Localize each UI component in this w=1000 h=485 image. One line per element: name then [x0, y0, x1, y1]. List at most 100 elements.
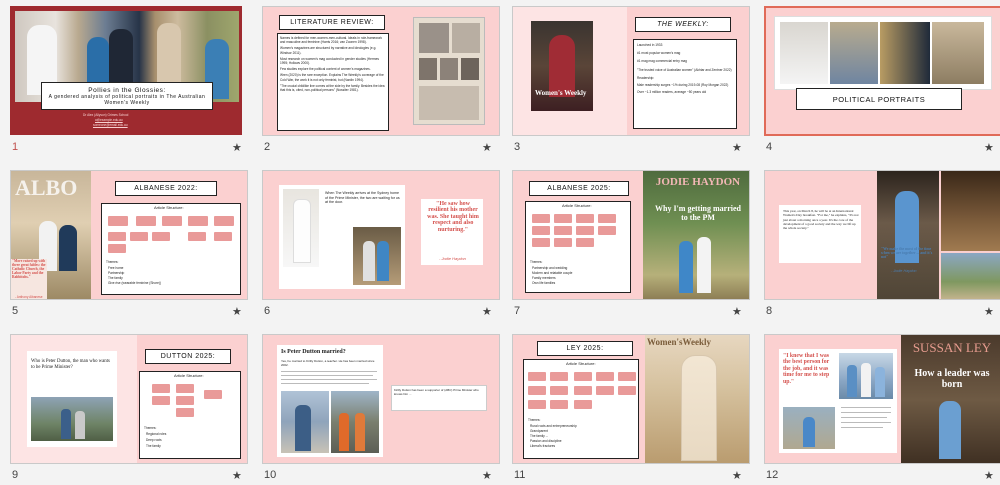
- slide-thumbnail-5[interactable]: ALBO "More raised up with three great fa…: [10, 170, 248, 300]
- slide-10-side-text: Kirilly Dutton has been a supporter of (…: [394, 388, 479, 396]
- slide-12-text-line: [841, 407, 891, 408]
- slide-8-star-icon[interactable]: ★: [984, 305, 994, 318]
- slide-9-chip: [176, 384, 194, 393]
- slide-9-theme-2: Deep roots: [146, 438, 162, 442]
- slide-9-chip: [152, 384, 170, 393]
- slide-4-photo-3: [880, 22, 930, 84]
- slide-11-chip: [550, 372, 568, 381]
- slide-6-quote-by: - Jodie Haydon: [439, 256, 466, 261]
- slide-8-photo-1: [877, 171, 939, 299]
- slide-number-9: 9: [12, 469, 19, 481]
- slide-9-theme-3: The family: [146, 444, 161, 448]
- slide-7-heading: ALBANESE 2025:: [529, 181, 629, 196]
- slide-3-star-icon[interactable]: ★: [732, 141, 742, 154]
- slide-7-chip: [532, 226, 550, 235]
- slide-thumbnail-11[interactable]: LEY 2025: Article Structure: Themes: Rur…: [512, 334, 750, 464]
- slide-thumbnail-7[interactable]: ALBANESE 2025: Article Structure: Themes…: [512, 170, 750, 300]
- slide-10-text-line: [281, 375, 373, 376]
- slide-number-6: 6: [264, 305, 271, 317]
- slide-3-cover-person: [549, 35, 575, 97]
- slide-5-theme-4: Give rise (wearable feminine (Shore)): [108, 281, 161, 285]
- slide-12-person: [861, 363, 871, 397]
- slide-12-quote: "I knew that I was the best person for t…: [783, 353, 830, 385]
- slide-8-text: This year, on March 8, he will be at an …: [783, 209, 859, 231]
- slide-1-star-icon[interactable]: ★: [232, 141, 242, 154]
- slide-3-item-6: Male readership surges ~1% during 2019-0…: [637, 83, 729, 88]
- slide-thumbnail-3[interactable]: Women's Weekly THE WEEKLY: Launched in 1…: [512, 6, 750, 136]
- slide-4-star-icon[interactable]: ★: [984, 141, 994, 154]
- slide-9-person: [61, 409, 71, 439]
- slide-7-theme-4: Own life families: [532, 281, 556, 285]
- slide-6-star-icon[interactable]: ★: [482, 305, 492, 318]
- slide-thumbnail-4[interactable]: POLITICAL PORTRAITS: [764, 6, 1000, 136]
- slide-thumbnail-12[interactable]: "I knew that I was the best person for t…: [764, 334, 1000, 464]
- slide-2-clip-5: [461, 58, 479, 80]
- slide-3-magazine-cover: Women's Weekly: [531, 21, 593, 111]
- slide-number-5: 5: [12, 305, 19, 317]
- slide-11-chip: [574, 400, 592, 409]
- slide-thumbnail-2[interactable]: LITERATURE REVIEW: Names is defined for …: [262, 6, 500, 136]
- slide-5-chip: [214, 232, 232, 241]
- slide-9-photo: [31, 397, 113, 441]
- slide-thumbnail-1[interactable]: Pollies in the Glossies: A gendered anal…: [10, 6, 242, 135]
- slide-12-text-line: [841, 427, 883, 428]
- slide-3-text-card: Launched in 1933 #1 most popular women's…: [633, 39, 737, 129]
- slide-11-chip: [618, 386, 636, 395]
- slide-number-10: 10: [264, 469, 277, 481]
- slide-7-structure-label: Article Structure:: [562, 203, 592, 208]
- slide-3-item-7: Over ~1.3 million readers, average ~50 y…: [637, 90, 707, 95]
- slide-7-star-icon[interactable]: ★: [732, 305, 742, 318]
- slide-11-chip: [574, 372, 592, 381]
- slide-11-chip: [596, 386, 614, 395]
- slide-5-quote: "More raised up with three great fables:…: [12, 259, 46, 280]
- slide-7-chip: [576, 226, 594, 235]
- slide-7-chip: [576, 238, 594, 247]
- slide-7-chip: [598, 214, 616, 223]
- slide-12-text-line: [841, 422, 891, 423]
- slide-number-2: 2: [264, 141, 271, 153]
- slide-1-title: Pollies in the Glossies:: [88, 86, 166, 94]
- slide-3-item-4: "The trusted voice of Australian women" …: [637, 67, 732, 72]
- slide-9-star-icon[interactable]: ★: [232, 469, 242, 482]
- slide-thumbnail-8[interactable]: This year, on March 8, he will be at an …: [764, 170, 1000, 300]
- slide-12-text-line: [841, 417, 887, 418]
- slide-8-photo-2: [941, 171, 1000, 251]
- slide-11-structure-label: Article Structure:: [566, 361, 596, 366]
- slide-7-chip: [554, 226, 572, 235]
- slide-12-photo-2: [783, 407, 835, 449]
- slide-3-cover-title: Women's Weekly: [535, 89, 587, 97]
- slide-11-theme-3: The family ...: [530, 434, 549, 438]
- slide-6-photo-1: [283, 189, 319, 267]
- slide-5-cover-person-2: [59, 225, 77, 271]
- slide-thumbnail-6[interactable]: When The Weekly arrives at the Sydney ho…: [262, 170, 500, 300]
- slide-2-star-icon[interactable]: ★: [482, 141, 492, 154]
- slide-10-star-icon[interactable]: ★: [482, 469, 492, 482]
- slide-5-chip: [108, 232, 126, 241]
- slide-8-photo-3: [941, 253, 1000, 299]
- slide-7-chip: [554, 238, 572, 247]
- slide-thumbnail-9[interactable]: Who is Peter Dutton, the man who wants t…: [10, 334, 248, 464]
- slide-10-photo-1: [281, 391, 329, 453]
- slide-7-chip: [532, 214, 550, 223]
- slide-5-star-icon[interactable]: ★: [232, 305, 242, 318]
- slide-7-theme-3: Family members: [532, 276, 556, 280]
- slide-12-person: [875, 367, 885, 397]
- slide-2-para-5: Wren (2020) is the rare exception. Expla…: [280, 73, 384, 82]
- slide-10-person: [295, 405, 311, 451]
- slide-10-person: [355, 413, 365, 451]
- slide-11-diagram-card: Article Structure: Themes: Rural roots a…: [523, 359, 639, 459]
- slide-2-clip-3: [419, 58, 437, 80]
- slide-thumbnail-10[interactable]: Is Peter Dutton married? Yes, he married…: [262, 334, 500, 464]
- slide-9-chip: [152, 396, 170, 405]
- slide-2-text-card: Names is defined for men-women-men-cultu…: [277, 33, 389, 131]
- slide-7-diagram-card: Article Structure: Themes: Partnership a…: [525, 201, 631, 293]
- slide-3-heading: THE WEEKLY:: [635, 17, 731, 32]
- slide-9-structure-label: Article Structure:: [174, 373, 204, 378]
- slide-12-star-icon[interactable]: ★: [984, 469, 994, 482]
- slide-11-heading: LEY 2025:: [537, 341, 633, 356]
- slide-5-theme-1: Free home: [108, 266, 124, 270]
- slide-7-chip: [576, 214, 594, 223]
- slide-11-star-icon[interactable]: ★: [732, 469, 742, 482]
- slide-3-item-1: Launched in 1933: [637, 43, 663, 47]
- slide-2-para-4: Few studies explore the political conten…: [280, 67, 371, 72]
